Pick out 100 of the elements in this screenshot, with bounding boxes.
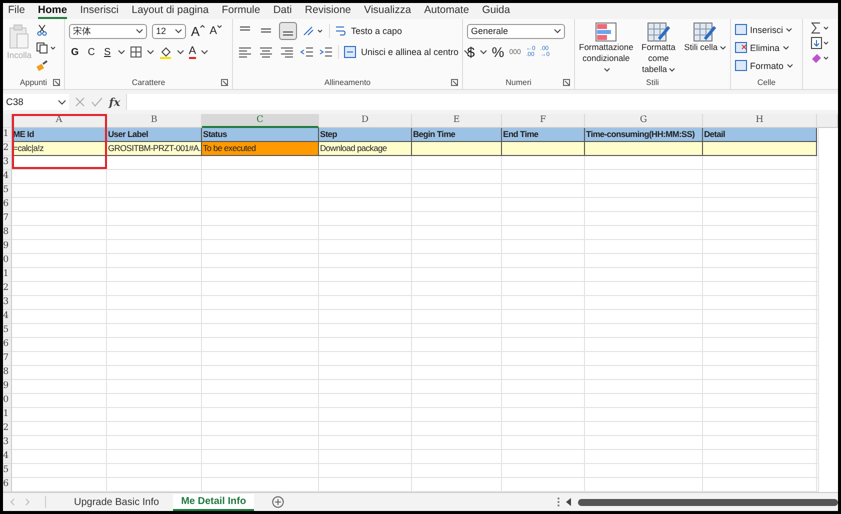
styles-button[interactable]: Formatta come tabella: [637, 22, 680, 75]
styles-button[interactable]: Formattazione condizionale: [579, 22, 634, 75]
row-header[interactable]: 2: [3, 422, 12, 436]
row-header[interactable]: 5: [3, 464, 12, 478]
row-header[interactable]: 7: [3, 352, 12, 366]
sum-icon[interactable]: [811, 22, 831, 34]
row-header[interactable]: 6: [3, 478, 12, 492]
row-header[interactable]: 0: [3, 394, 12, 408]
column-header[interactable]: F: [502, 114, 585, 128]
name-box[interactable]: C38: [3, 94, 69, 110]
column-header[interactable]: C: [202, 114, 319, 128]
column-header[interactable]: H: [703, 114, 817, 128]
align-icon[interactable]: [258, 45, 274, 59]
row-header[interactable]: 4: [3, 310, 12, 324]
row-header[interactable]: 1: [3, 268, 12, 282]
font-color-button[interactable]: A: [188, 46, 196, 58]
caret-icon[interactable]: [176, 50, 184, 54]
font-name-field[interactable]: 宋体: [69, 24, 147, 38]
cells-button[interactable]: Formato: [735, 58, 793, 73]
menu-tab[interactable]: Inserisci: [80, 4, 119, 18]
column-header[interactable]: G: [585, 114, 703, 128]
borders-icon[interactable]: [130, 46, 142, 58]
caret-icon[interactable]: [217, 25, 222, 28]
sheet-tab[interactable]: Upgrade Basic Info: [66, 494, 168, 510]
text-orientation-icon[interactable]: [302, 25, 324, 37]
row-header[interactable]: 6: [3, 338, 12, 352]
styles-button[interactable]: Stili cella: [684, 22, 726, 53]
row-header[interactable]: 2: [3, 142, 12, 156]
row-header[interactable]: 0: [3, 254, 12, 268]
row-header[interactable]: 6: [3, 198, 12, 212]
align-icon[interactable]: [237, 45, 253, 59]
formula-input-field[interactable]: [126, 94, 838, 110]
row-header[interactable]: 9: [3, 240, 12, 254]
grow-font-button[interactable]: A: [191, 24, 200, 38]
scroll-left-icon[interactable]: [566, 498, 572, 506]
horizontal-scrollbar[interactable]: [578, 498, 838, 506]
underline-button[interactable]: S: [102, 46, 113, 58]
row-header[interactable]: 7: [3, 212, 12, 226]
dialog-launcher-icon[interactable]: [221, 79, 228, 86]
caret-icon[interactable]: [201, 50, 208, 54]
row-header[interactable]: 3: [3, 156, 12, 170]
bold-button[interactable]: G: [69, 46, 81, 58]
fill-color-icon[interactable]: [158, 46, 172, 58]
row-header[interactable]: 8: [3, 226, 12, 240]
menu-tab[interactable]: Formule: [222, 4, 260, 18]
row-header[interactable]: 4: [3, 450, 12, 464]
table-cell: User Label: [107, 128, 202, 142]
shrink-font-button[interactable]: A: [210, 25, 218, 37]
cut-icon[interactable]: [36, 24, 48, 36]
currency-button[interactable]: $: [467, 44, 475, 60]
menu-tab[interactable]: Guida: [482, 4, 510, 18]
row-header[interactable]: 4: [3, 170, 12, 184]
check-icon[interactable]: [91, 97, 103, 107]
caret-icon[interactable]: [480, 50, 487, 54]
sheet-tab[interactable]: Me Detail Info: [173, 494, 254, 510]
number-format-field[interactable]: Generale: [467, 24, 565, 38]
percent-button[interactable]: %: [492, 44, 504, 60]
merge-cells-icon[interactable]: [344, 46, 356, 58]
row-header[interactable]: 1: [3, 408, 12, 422]
caret-icon[interactable]: [146, 50, 154, 54]
menu-tab[interactable]: Layout di pagina: [132, 4, 209, 18]
align-icon[interactable]: [279, 45, 295, 59]
row-header[interactable]: 9: [3, 380, 12, 394]
row-header[interactable]: 8: [3, 366, 12, 380]
copy-icon[interactable]: [36, 42, 56, 54]
dialog-launcher-icon[interactable]: [53, 79, 60, 86]
menu-tab[interactable]: Visualizza: [364, 4, 412, 18]
menu-tab[interactable]: Revisione: [304, 4, 352, 18]
cells-button[interactable]: Inserisci: [735, 22, 792, 37]
italic-button[interactable]: C: [86, 46, 98, 58]
eraser-icon[interactable]: [811, 52, 831, 64]
font-size-field[interactable]: 12: [152, 24, 186, 38]
menu-tab[interactable]: Automate: [424, 4, 470, 18]
fill-down-icon[interactable]: [811, 37, 831, 49]
column-header[interactable]: D: [319, 114, 412, 128]
increase-indent-icon[interactable]: [319, 45, 333, 59]
menu-tab[interactable]: File: [8, 4, 25, 18]
wrap-text-button[interactable]: Testo a capo: [351, 26, 402, 36]
more-options-icon[interactable]: [556, 497, 560, 507]
row-header[interactable]: 1: [3, 128, 12, 142]
row-header[interactable]: 3: [3, 436, 12, 450]
column-header[interactable]: E: [412, 114, 502, 128]
wrap-text-icon[interactable]: [335, 25, 346, 37]
dialog-launcher-icon[interactable]: [451, 79, 458, 86]
row-header[interactable]: 2: [3, 282, 12, 296]
row-header[interactable]: 5: [3, 184, 12, 198]
row-header[interactable]: 5: [3, 324, 12, 338]
insert-function-button[interactable]: fx: [109, 96, 120, 108]
add-sheet-icon[interactable]: [272, 496, 284, 508]
caret-icon[interactable]: [118, 50, 125, 54]
menu-tab[interactable]: Dati: [273, 4, 292, 18]
cells-button[interactable]: Elimina: [735, 40, 789, 55]
merge-center-button[interactable]: Unisci e allinea al centro: [361, 47, 459, 57]
format-painter-icon[interactable]: [36, 60, 48, 72]
row-header[interactable]: 3: [3, 296, 12, 310]
column-header[interactable]: B: [107, 114, 202, 128]
decrease-indent-icon[interactable]: [300, 45, 314, 59]
dialog-launcher-icon[interactable]: [563, 79, 570, 86]
align-icon[interactable]: [279, 22, 297, 40]
caret-up-icon[interactable]: [200, 25, 205, 28]
